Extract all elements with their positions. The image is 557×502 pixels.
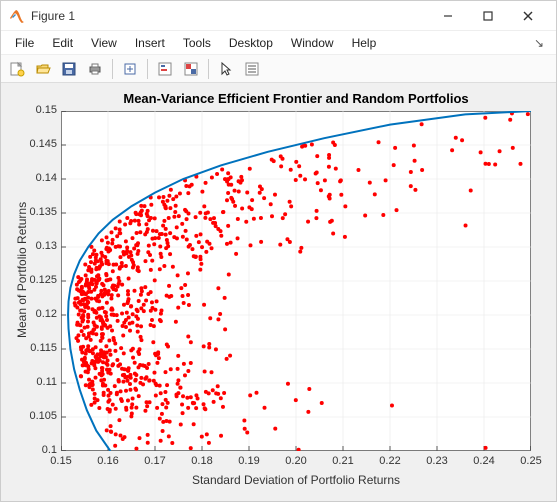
menu-view[interactable]: View bbox=[83, 34, 125, 52]
x-tick-label: 0.24 bbox=[467, 455, 501, 467]
print-icon[interactable] bbox=[83, 57, 107, 81]
plot-area: Mean-Variance Efficient Frontier and Ran… bbox=[1, 83, 556, 501]
x-axis-label: Standard Deviation of Portfolio Returns bbox=[61, 473, 531, 487]
titlebar: Figure 1 bbox=[1, 1, 556, 31]
menu-edit[interactable]: Edit bbox=[44, 34, 81, 52]
maximize-button[interactable] bbox=[468, 2, 508, 30]
x-tick-label: 0.23 bbox=[420, 455, 454, 467]
menubar: File Edit View Insert Tools Desktop Wind… bbox=[1, 31, 556, 55]
open-icon[interactable] bbox=[31, 57, 55, 81]
x-tick-label: 0.19 bbox=[232, 455, 266, 467]
menu-help[interactable]: Help bbox=[344, 34, 385, 52]
x-tick-label: 0.17 bbox=[138, 455, 172, 467]
window-controls bbox=[428, 2, 548, 30]
toolbar-separator bbox=[147, 59, 148, 79]
menu-insert[interactable]: Insert bbox=[127, 34, 173, 52]
menu-desktop[interactable]: Desktop bbox=[221, 34, 281, 52]
chart-canvas bbox=[61, 111, 531, 451]
x-tick-label: 0.21 bbox=[326, 455, 360, 467]
menu-file[interactable]: File bbox=[7, 34, 42, 52]
y-axis-label: Mean of Portfolio Returns bbox=[15, 202, 29, 338]
chart-title: Mean-Variance Efficient Frontier and Ran… bbox=[61, 91, 531, 106]
new-figure-icon[interactable] bbox=[5, 57, 29, 81]
toolbar-overflow-icon[interactable]: ↘ bbox=[528, 34, 550, 52]
toolbar-separator bbox=[112, 59, 113, 79]
window-title: Figure 1 bbox=[31, 9, 428, 23]
x-tick-label: 0.22 bbox=[373, 455, 407, 467]
x-tick-label: 0.18 bbox=[185, 455, 219, 467]
brush-icon[interactable] bbox=[179, 57, 203, 81]
menu-tools[interactable]: Tools bbox=[175, 34, 219, 52]
x-tick-label: 0.15 bbox=[44, 455, 78, 467]
y-tick-label: 0.11 bbox=[17, 376, 57, 388]
pointer-icon[interactable] bbox=[214, 57, 238, 81]
minimize-button[interactable] bbox=[428, 2, 468, 30]
x-tick-label: 0.20 bbox=[279, 455, 313, 467]
data-cursor-icon[interactable] bbox=[153, 57, 177, 81]
toolbar bbox=[1, 55, 556, 83]
y-tick-label: 0.105 bbox=[17, 410, 57, 422]
menu-window[interactable]: Window bbox=[283, 34, 342, 52]
y-tick-label: 0.15 bbox=[17, 104, 57, 116]
close-button[interactable] bbox=[508, 2, 548, 30]
y-tick-label: 0.115 bbox=[17, 342, 57, 354]
save-icon[interactable] bbox=[57, 57, 81, 81]
y-tick-label: 0.14 bbox=[17, 172, 57, 184]
matlab-logo-icon bbox=[9, 8, 25, 24]
toolbar-separator bbox=[208, 59, 209, 79]
x-tick-label: 0.25 bbox=[514, 455, 548, 467]
insert-legend-icon[interactable] bbox=[240, 57, 264, 81]
link-icon[interactable] bbox=[118, 57, 142, 81]
x-tick-label: 0.16 bbox=[91, 455, 125, 467]
y-tick-label: 0.145 bbox=[17, 138, 57, 150]
